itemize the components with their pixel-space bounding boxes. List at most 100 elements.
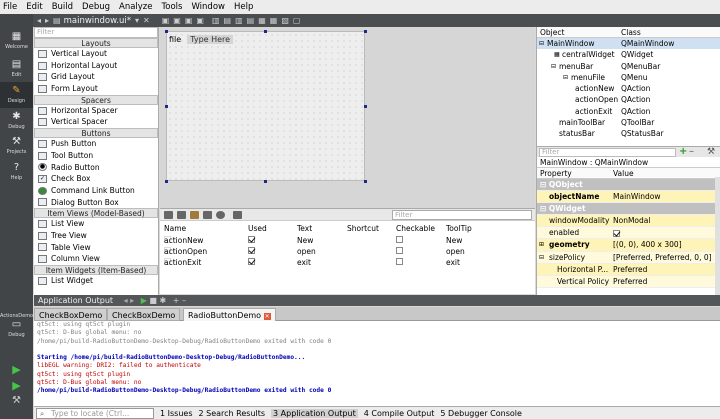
- resize-handle[interactable]: [165, 105, 168, 108]
- menu-analyze[interactable]: Analyze: [119, 2, 153, 12]
- mode-projects[interactable]: ⚒ Projects: [0, 136, 33, 155]
- widget-item[interactable]: Command Link Button: [34, 185, 158, 197]
- category-item-widgets[interactable]: Item Widgets (Item-Based): [34, 265, 158, 275]
- status-tab-issues[interactable]: 1 Issues: [160, 409, 193, 418]
- object-row[interactable]: ⊟ menuFile QMenu: [537, 72, 720, 83]
- attach-debugger-icon[interactable]: ✱: [160, 296, 167, 305]
- property-group-qwidget[interactable]: ⊟ QWidget: [537, 203, 720, 216]
- property-filter-input[interactable]: Filter: [539, 148, 676, 157]
- run-button[interactable]: ▶: [0, 363, 33, 376]
- status-tab-search-results[interactable]: 2 Search Results: [199, 409, 266, 418]
- edit-signals-icon[interactable]: ▣: [173, 16, 181, 25]
- view-mode-icon[interactable]: [233, 210, 242, 219]
- layout-vertical-icon[interactable]: ▤: [224, 16, 232, 25]
- widget-item[interactable]: Tree View: [34, 230, 158, 242]
- mode-edit[interactable]: ▤ Edit: [0, 59, 33, 78]
- checkable-checkbox[interactable]: [396, 247, 403, 254]
- layout-split-v-icon[interactable]: ▤: [247, 16, 255, 25]
- object-row[interactable]: actionOpen QAction: [537, 94, 720, 105]
- resize-handle[interactable]: [264, 180, 267, 183]
- checkable-checkbox[interactable]: [396, 258, 403, 265]
- widget-item[interactable]: Vertical Spacer: [34, 116, 158, 128]
- object-row[interactable]: ⊟ menuBar QMenuBar: [537, 61, 720, 72]
- widget-item[interactable]: Form Layout: [34, 83, 158, 95]
- new-action-icon[interactable]: [164, 210, 173, 219]
- expand-icon[interactable]: ⊞: [539, 239, 544, 251]
- add-property-icon[interactable]: +: [679, 147, 687, 157]
- object-row[interactable]: ⊟ MainWindow QMainWindow: [537, 38, 720, 50]
- property-row[interactable]: objectName MainWindow: [537, 191, 720, 204]
- menu-tools[interactable]: Tools: [162, 2, 183, 12]
- mode-welcome[interactable]: ▦ Welcome: [0, 31, 33, 50]
- delete-action-icon[interactable]: [203, 210, 212, 219]
- collapse-icon[interactable]: ⊟: [539, 252, 544, 264]
- widget-item[interactable]: Column View: [34, 253, 158, 265]
- category-spacers[interactable]: Spacers: [34, 94, 158, 105]
- locator-input[interactable]: ⌕ Type to locate (Ctrl...: [36, 407, 154, 419]
- resize-handle[interactable]: [364, 105, 367, 108]
- adjust-size-icon[interactable]: ▢: [293, 16, 301, 25]
- table-row[interactable]: actionNew New New: [160, 236, 535, 246]
- property-group-qobject[interactable]: ⊟ QObject: [537, 179, 720, 192]
- resize-handle[interactable]: [165, 180, 168, 183]
- edit-widgets-icon[interactable]: ▣: [162, 16, 170, 25]
- kit-selector[interactable]: ActionsDemo ▭ Debug: [0, 313, 33, 338]
- rerun-icon[interactable]: ▶: [141, 296, 147, 305]
- widget-item[interactable]: Horizontal Layout: [34, 60, 158, 72]
- widget-item[interactable]: List Widget: [34, 275, 158, 287]
- break-layout-icon[interactable]: ▧: [281, 16, 289, 25]
- status-tab-compile-output[interactable]: 4 Compile Output: [364, 409, 435, 418]
- output-tab[interactable]: CheckBoxDemo: [34, 308, 108, 321]
- menu-debug[interactable]: Debug: [82, 2, 110, 12]
- configure-icon[interactable]: [216, 210, 225, 219]
- nav-forward-icon[interactable]: ▸: [45, 16, 49, 25]
- status-tab-debugger-console[interactable]: 5 Debugger Console: [440, 409, 522, 418]
- category-item-views[interactable]: Item Views (Model-Based): [34, 208, 158, 219]
- property-row[interactable]: enabled: [537, 227, 720, 240]
- dropdown-chevron-icon[interactable]: ▾: [135, 16, 139, 25]
- category-buttons[interactable]: Buttons: [34, 128, 158, 139]
- layout-split-h-icon[interactable]: ▥: [235, 16, 243, 25]
- mode-help[interactable]: ? Help: [0, 162, 33, 181]
- checkable-checkbox[interactable]: [396, 236, 403, 243]
- next-icon[interactable]: ▸: [130, 296, 134, 305]
- close-document-icon[interactable]: ✕: [143, 16, 150, 25]
- build-button[interactable]: ⚒: [0, 395, 33, 406]
- copy-action-icon[interactable]: [177, 210, 186, 219]
- resize-handle[interactable]: [364, 30, 367, 33]
- close-tab-icon[interactable]: ✕: [263, 313, 271, 320]
- table-row[interactable]: actionOpen open open: [160, 247, 535, 257]
- property-row[interactable]: Vertical Policy Preferred: [537, 275, 720, 288]
- property-row[interactable]: ⊟ sizePolicy [Preferred, Preferred, 0, 0]: [537, 251, 720, 264]
- layout-horizontal-icon[interactable]: ▥: [212, 16, 220, 25]
- widget-item[interactable]: Dialog Button Box: [34, 197, 158, 209]
- widget-item[interactable]: Grid Layout: [34, 71, 158, 83]
- widget-item[interactable]: List View: [34, 218, 158, 230]
- menu-edit[interactable]: Edit: [26, 2, 42, 12]
- object-row[interactable]: mainToolBar QToolBar: [537, 117, 720, 128]
- edit-buddies-icon[interactable]: ▣: [185, 16, 193, 25]
- application-output[interactable]: qt5ct: using qt5ct plugin qt5ct: D-Bus g…: [34, 321, 720, 406]
- paste-action-icon[interactable]: [190, 210, 199, 219]
- menu-help[interactable]: Help: [234, 2, 253, 12]
- widget-item[interactable]: Table View: [34, 242, 158, 254]
- output-tab-active[interactable]: RadioButtonDemo ✕: [183, 308, 276, 321]
- resize-handle[interactable]: [165, 30, 168, 33]
- previous-icon[interactable]: ◂: [124, 296, 128, 305]
- menu-window[interactable]: Window: [191, 2, 225, 12]
- action-filter-input[interactable]: Filter: [392, 210, 532, 220]
- zoom-out-icon[interactable]: –: [182, 296, 186, 305]
- widget-filter-input[interactable]: Filter: [34, 27, 158, 38]
- category-layouts[interactable]: Layouts: [34, 38, 158, 48]
- enabled-checkbox[interactable]: [613, 229, 620, 237]
- menu-build[interactable]: Build: [52, 2, 73, 12]
- collapse-icon[interactable]: ⊟: [551, 61, 556, 72]
- collapse-icon[interactable]: ⊟: [563, 72, 568, 83]
- widget-item[interactable]: ✓ Check Box: [34, 173, 158, 185]
- widget-item[interactable]: Horizontal Spacer: [34, 105, 158, 117]
- form-menu-type-here[interactable]: Type Here: [187, 35, 234, 44]
- configure-icon[interactable]: ⚒: [707, 147, 715, 157]
- status-tab-application-output[interactable]: 3 Application Output: [271, 408, 358, 418]
- property-scrollbar[interactable]: [715, 177, 720, 295]
- widget-item[interactable]: Push Button: [34, 138, 158, 150]
